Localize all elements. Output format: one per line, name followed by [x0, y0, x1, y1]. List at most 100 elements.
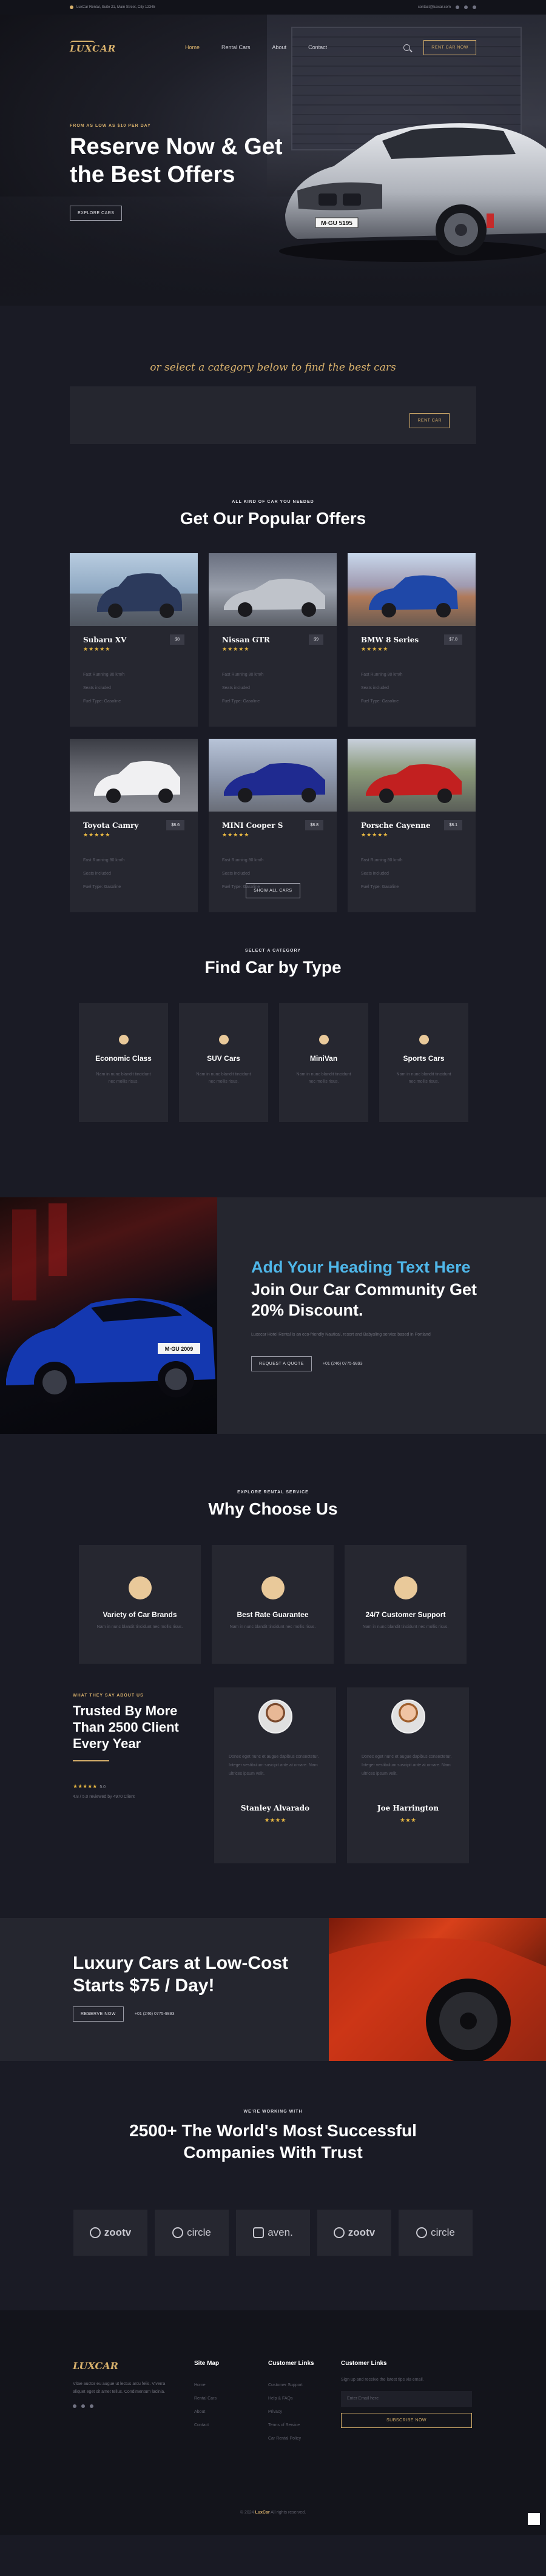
footer-link[interactable]: Home — [194, 2379, 219, 2392]
banner-phone[interactable]: +01 (246) 0775-9893 — [135, 2012, 175, 2016]
search-icon[interactable] — [403, 44, 411, 51]
hero-plate-text: M·GU 5195 — [321, 220, 352, 227]
hero-kicker: FROM AS LOW AS $10 PER DAY — [70, 124, 151, 128]
twitter-icon[interactable] — [464, 5, 468, 9]
category-icon — [318, 1035, 329, 1044]
overall-rating: ★★★★★ 5.0 — [73, 1783, 106, 1789]
testimonial-card: Donec eget nunc et augue dapibus consect… — [214, 1687, 336, 1863]
why-card: Best Rate Guarantee Nam in nunc blandit t… — [212, 1545, 334, 1664]
feature-icon — [394, 1576, 417, 1599]
footer-link[interactable]: About — [194, 2406, 219, 2419]
newsletter-email-input[interactable]: Enter Email here — [341, 2391, 472, 2407]
facebook-icon[interactable] — [73, 2404, 76, 2408]
why-title: Why Choose Us — [208, 1499, 338, 1518]
testimonial-text: Donec eget nunc et augue dapibus consect… — [229, 1755, 319, 1776]
nav-item-contact[interactable]: Contact — [308, 44, 327, 50]
category-icon — [118, 1035, 129, 1044]
car-rating: ★★★★★ — [83, 646, 111, 652]
types-kicker: SELECT A CATEGORY — [245, 949, 301, 953]
footer-link[interactable]: Help & FAQs — [268, 2392, 314, 2406]
car-name: Subaru XV — [83, 635, 127, 644]
nav-item-rental-cars[interactable]: Rental Cars — [221, 44, 251, 50]
type-card-economic[interactable]: Economic Class Nam in nunc blandit tincid… — [79, 1003, 168, 1122]
car-name: MINI Cooper S — [222, 821, 283, 830]
car-specs: Fast Running 80 km/h Seats included Fuel T… — [83, 673, 125, 704]
banner-text: Luxury Cars at Low-Cost Starts $75 / Day… — [73, 1952, 291, 2022]
car-image — [348, 739, 476, 812]
popular-offers-section: ALL KIND OF CAR YOU NEEDED Get Our Popul… — [0, 482, 546, 943]
footer: LUXCAR Vitae auctor eu augue ut lectus a… — [0, 2310, 546, 2535]
footer-link[interactable]: Contact — [194, 2419, 219, 2432]
offers-title: Get Our Popular Offers — [180, 509, 366, 528]
twitter-icon[interactable] — [81, 2404, 85, 2408]
nav-item-home[interactable]: Home — [185, 44, 200, 50]
car-price: $8 — [170, 634, 184, 645]
car-image — [70, 553, 198, 626]
reserve-now-button[interactable]: RESERVE NOW — [73, 2006, 124, 2022]
subscribe-button[interactable]: SUBSCRIBE NOW — [341, 2413, 472, 2428]
testimonials-intro: WHAT THEY SAY ABOUT US Trusted By More T… — [73, 1693, 206, 1799]
show-all-cars-button[interactable]: SHOW ALL CARS — [246, 883, 300, 898]
community-phone[interactable]: +01 (246) 0775-9893 — [323, 1362, 363, 1366]
partner-logo-zootv[interactable]: zootv — [317, 2210, 391, 2256]
community-description: Luxecar Hotel Rental is an eco-friendly … — [251, 1333, 431, 1337]
nav-links: Home Rental Cars About Contact — [185, 44, 327, 50]
testimonials-kicker: WHAT THEY SAY ABOUT US — [73, 1693, 144, 1698]
category-search-section: or select a category below to find the b… — [0, 306, 546, 482]
car-price: $8.8 — [305, 820, 323, 830]
car-card[interactable]: Nissan GTR $9 ★★★★★ Fast Running 80 km/h S… — [209, 553, 337, 727]
explore-cars-button[interactable]: EXPLORE CARS — [70, 206, 123, 221]
logo[interactable]: LUXCAR — [70, 41, 149, 54]
type-card-sports[interactable]: Sports Cars Nam in nunc blandit tincidunt… — [379, 1003, 468, 1122]
footer-link[interactable]: Car Rental Policy — [268, 2432, 314, 2446]
car-rating: ★★★★★ — [361, 832, 389, 838]
community-section: M·GU 2009 Add Your Heading Text Here Joi… — [0, 1197, 546, 1434]
testimonial-name: Stanley Alvarado — [240, 1804, 310, 1812]
copyright: © 2024 LuxCar All rights reserved. — [240, 2510, 306, 2515]
back-to-top-button[interactable] — [528, 2513, 540, 2525]
rent-car-now-button[interactable]: RENT CAR NOW — [423, 39, 476, 55]
topbar-email[interactable]: contact@luxcar.com — [418, 5, 451, 9]
blue-car-image: M·GU 2009 — [0, 1197, 217, 1434]
type-card-suv[interactable]: SUV Cars Nam in nunc blandit tincidunt ne… — [179, 1003, 268, 1122]
car-card[interactable]: Subaru XV $8 ★★★★★ Fast Running 80 km/h Se… — [70, 553, 198, 727]
type-grid: Economic Class Nam in nunc blandit tincid… — [79, 1003, 468, 1122]
luxury-banner: Luxury Cars at Low-Cost Starts $75 / Day… — [0, 1918, 546, 2061]
car-grid: Subaru XV $8 ★★★★★ Fast Running 80 km/h Se… — [70, 553, 476, 912]
request-quote-button[interactable]: REQUEST A QUOTE — [251, 1356, 312, 1371]
hero-car-image: M·GU 5195 — [279, 123, 546, 262]
logo-icon — [89, 2227, 101, 2238]
footer-link[interactable]: Customer Support — [268, 2379, 314, 2392]
footer-link[interactable]: Terms of Service — [268, 2419, 314, 2432]
footer-sitemap: Site Map Home Rental Cars About Contact — [194, 2360, 219, 2432]
category-script-title: or select a category below to find the b… — [150, 362, 396, 374]
footer-logo[interactable]: LUXCAR — [73, 2360, 176, 2372]
footer-link[interactable]: Privacy — [268, 2406, 314, 2419]
partner-logo-zootv[interactable]: zootv — [73, 2210, 147, 2256]
partner-logo-circle[interactable]: circle — [155, 2210, 229, 2256]
partner-logo-circle[interactable]: circle — [399, 2210, 473, 2256]
type-card-minivan[interactable]: MiniVan Nam in nunc blandit tincidunt nec… — [279, 1003, 368, 1122]
logo-icon — [253, 2227, 265, 2238]
instagram-icon[interactable] — [473, 5, 476, 9]
footer-link[interactable]: Rental Cars — [194, 2392, 219, 2406]
footer-description: Vitae auctor eu augue ut lectus arcu fel… — [73, 2382, 166, 2394]
car-specs: Fast Running 80 km/h Seats included Fuel T… — [361, 673, 403, 704]
facebook-icon[interactable] — [456, 5, 459, 9]
instagram-icon[interactable] — [90, 2404, 93, 2408]
types-title: Find Car by Type — [204, 958, 342, 977]
car-name: Porsche Cayenne — [361, 821, 431, 830]
partner-logo-aven[interactable]: aven. — [236, 2210, 310, 2256]
nav-item-about[interactable]: About — [272, 44, 287, 50]
rent-car-button[interactable]: RENT CAR — [410, 413, 450, 428]
logo-icon — [333, 2227, 345, 2238]
why-card: Variety of Car Brands Nam in nunc blandit… — [79, 1545, 201, 1664]
car-card[interactable]: BMW 8 Series $7.8 ★★★★★ Fast Running 80 k… — [348, 553, 476, 727]
partner-logos: zootv circle aven. zootv circle — [73, 2210, 473, 2256]
car-type-section: SELECT A CATEGORY Find Car by Type Econo… — [0, 943, 546, 1197]
why-choose-us-section: EXPLORE RENTAL SERVICE Why Choose Us Var… — [0, 1434, 546, 1693]
community-heading: Add Your Heading Text Here — [251, 1258, 471, 1276]
footer-newsletter: Customer Links Sign up and receive the l… — [341, 2360, 472, 2428]
location-icon — [70, 5, 73, 9]
top-bar: LuxCar Rental, Suite 21, Main Street, Ci… — [0, 0, 546, 15]
